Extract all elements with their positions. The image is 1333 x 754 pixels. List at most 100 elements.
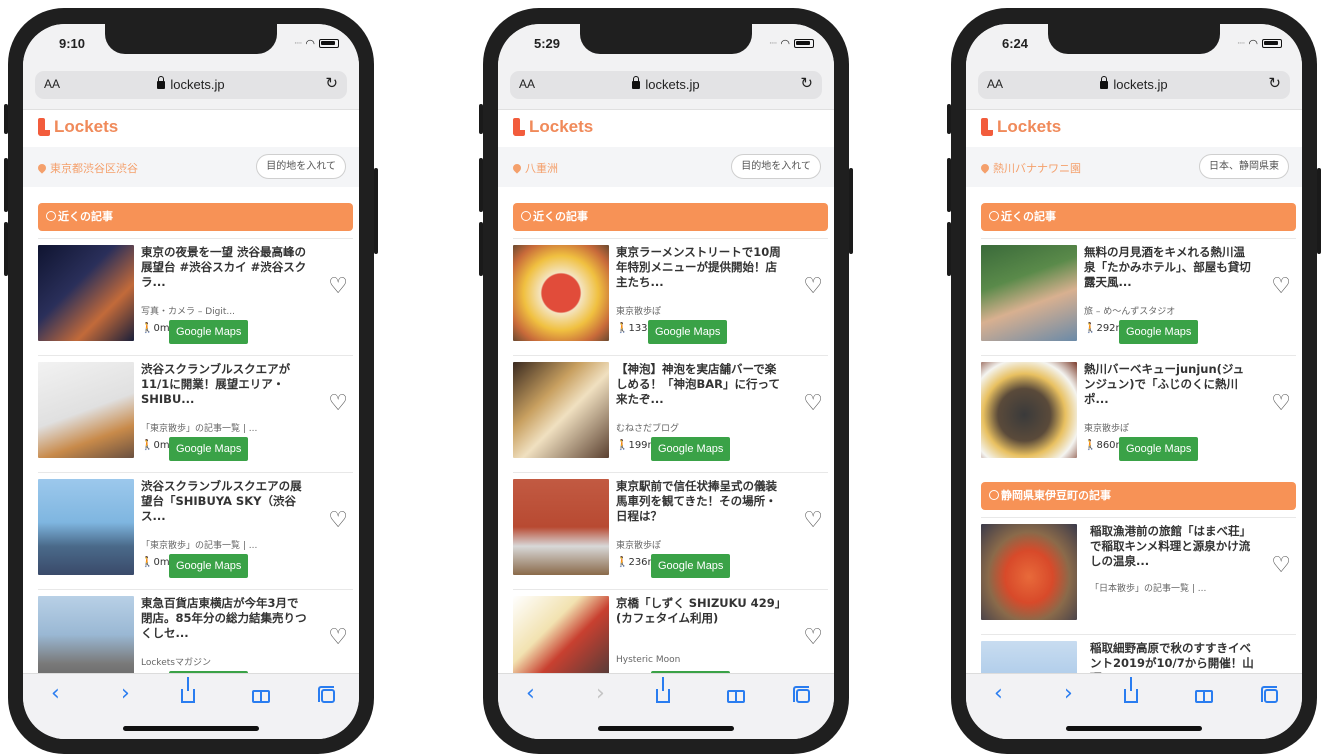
google-maps-button[interactable]: Google Maps: [169, 320, 249, 344]
article-list: 近くの記事 東京の夜景を一望 渋谷最高峰の展望台 #渋谷スカイ #渋谷スクラ..…: [23, 187, 359, 739]
url-display[interactable]: lockets.jp: [978, 76, 1290, 92]
share-icon[interactable]: [656, 677, 670, 706]
heart-icon[interactable]: ♡: [328, 510, 348, 532]
address-bar[interactable]: AA lockets.jp ↻: [978, 71, 1290, 99]
browser-toolbar: ‹ ›: [498, 673, 834, 739]
back-icon[interactable]: ‹: [994, 682, 1003, 706]
heart-icon[interactable]: ♡: [803, 393, 823, 415]
article-title[interactable]: 稲取漁港前の旅館「はまべ荘」で稲取キンメ料理と源泉かけ流しの温泉...: [1090, 524, 1254, 569]
back-icon[interactable]: ‹: [51, 682, 60, 706]
bookmarks-icon[interactable]: [727, 682, 745, 706]
address-bar[interactable]: AA lockets.jp ↻: [35, 71, 347, 99]
article-thumbnail[interactable]: [513, 245, 609, 341]
article-card[interactable]: 東京の夜景を一望 渋谷最高峰の展望台 #渋谷スカイ #渋谷スクラ... 写真・カ…: [38, 238, 353, 355]
bookmarks-icon[interactable]: [252, 682, 270, 706]
current-location[interactable]: 東京都渋谷区渋谷: [36, 160, 138, 176]
location-bar: 東京都渋谷区渋谷 目的地を入れて: [23, 147, 359, 187]
tabs-icon[interactable]: [1261, 682, 1278, 706]
reload-icon[interactable]: ↻: [1268, 74, 1281, 92]
reload-icon[interactable]: ↻: [325, 74, 338, 92]
article-thumbnail[interactable]: [981, 245, 1077, 341]
article-title[interactable]: 東急百貨店東横店が今年3月で閉店。85年分の総力結集売りつくしセ...: [141, 596, 309, 641]
volume-up-button: [479, 158, 483, 212]
article-thumbnail[interactable]: [981, 524, 1077, 620]
google-maps-button[interactable]: Google Maps: [1119, 320, 1199, 344]
heart-icon[interactable]: ♡: [1271, 393, 1291, 415]
article-source: 東京散歩ぽ: [1084, 424, 1130, 434]
article-card[interactable]: 渋谷スクランブルスクエアが11/1に開業！展望エリア・SHIBU... 「東京散…: [38, 355, 353, 472]
article-card[interactable]: 【神泡】神泡を実店舗バーで楽しめる！「神泡BAR」に行って来たぞ... むねさだ…: [513, 355, 828, 472]
heart-icon[interactable]: ♡: [328, 276, 348, 298]
destination-input[interactable]: 目的地を入れて: [731, 154, 821, 179]
heart-icon[interactable]: ♡: [328, 627, 348, 649]
google-maps-button[interactable]: Google Maps: [651, 437, 731, 461]
article-title[interactable]: 東京駅前で信任状捧呈式の儀装馬車列を観てきた！その場所・日程は？: [616, 479, 784, 524]
article-thumbnail[interactable]: [513, 362, 609, 458]
lockets-logo[interactable]: Lockets: [38, 117, 118, 137]
article-thumbnail[interactable]: [38, 362, 134, 458]
google-maps-button[interactable]: Google Maps: [648, 320, 728, 344]
article-thumbnail[interactable]: [513, 479, 609, 575]
google-maps-button[interactable]: Google Maps: [169, 554, 249, 578]
article-title[interactable]: 東京の夜景を一望 渋谷最高峰の展望台 #渋谷スカイ #渋谷スクラ...: [141, 245, 309, 290]
current-location[interactable]: 熱川バナナワニ園: [979, 160, 1081, 176]
article-title[interactable]: 渋谷スクランブルスクエアが11/1に開業！展望エリア・SHIBU...: [141, 362, 309, 407]
silent-switch: [947, 104, 951, 134]
forward-icon[interactable]: ›: [596, 682, 605, 706]
back-icon[interactable]: ‹: [526, 682, 535, 706]
wifi-icon: ◠: [305, 37, 315, 50]
article-card[interactable]: 無料の月見酒をキメれる熱川温泉「たかみホテル」、部屋も貸切露天風... 旅 – …: [981, 238, 1296, 355]
article-card[interactable]: 渋谷スクランブルスクエアの展望台「SHIBUYA SKY（渋谷ス... 「東京散…: [38, 472, 353, 589]
destination-input[interactable]: 日本、静岡県東: [1199, 154, 1289, 179]
reload-icon[interactable]: ↻: [800, 74, 813, 92]
lockets-logo[interactable]: Lockets: [513, 117, 593, 137]
heart-icon[interactable]: ♡: [803, 510, 823, 532]
article-card[interactable]: 稲取漁港前の旅館「はまべ荘」で稲取キンメ料理と源泉かけ流しの温泉... 「日本散…: [981, 517, 1296, 634]
article-source: Locketsマガジン: [141, 658, 211, 668]
bookmarks-icon[interactable]: [1195, 682, 1213, 706]
article-title[interactable]: 熱川バーベキューjunjun(ジュンジュン)で「ふじのくに熱川ポ...: [1084, 362, 1252, 407]
tabs-icon[interactable]: [318, 682, 335, 706]
google-maps-button[interactable]: Google Maps: [1119, 437, 1199, 461]
share-icon[interactable]: [1124, 677, 1138, 706]
share-icon[interactable]: [181, 677, 195, 706]
article-title[interactable]: 【神泡】神泡を実店舗バーで楽しめる！「神泡BAR」に行って来たぞ...: [616, 362, 784, 407]
section-title: 近くの記事: [58, 210, 113, 223]
url-display[interactable]: lockets.jp: [35, 76, 347, 92]
article-card[interactable]: 熱川バーベキューjunjun(ジュンジュン)で「ふじのくに熱川ポ... 東京散歩…: [981, 355, 1296, 472]
address-bar[interactable]: AA lockets.jp ↻: [510, 71, 822, 99]
lockets-logo[interactable]: Lockets: [981, 117, 1061, 137]
status-time: 6:24: [1002, 36, 1029, 51]
article-card[interactable]: 東京駅前で信任状捧呈式の儀装馬車列を観てきた！その場所・日程は？ 東京散歩ぽ 🚶…: [513, 472, 828, 589]
url-display[interactable]: lockets.jp: [510, 76, 822, 92]
forward-icon[interactable]: ›: [1064, 682, 1073, 706]
url-text: lockets.jp: [645, 77, 700, 92]
article-title[interactable]: 京橋「しずく SHIZUKU 429」(カフェタイム利用): [616, 596, 784, 626]
distance-value: 0m: [153, 440, 170, 451]
google-maps-button[interactable]: Google Maps: [169, 437, 249, 461]
heart-icon[interactable]: ♡: [328, 393, 348, 415]
location-pin-icon: [979, 162, 991, 174]
article-thumbnail[interactable]: [38, 479, 134, 575]
volume-down-button: [4, 222, 8, 276]
nearby-icon: [989, 211, 999, 221]
heart-icon[interactable]: ♡: [1271, 555, 1291, 577]
current-location[interactable]: 八重洲: [511, 160, 558, 176]
heart-icon[interactable]: ♡: [803, 276, 823, 298]
article-title[interactable]: 無料の月見酒をキメれる熱川温泉「たかみホテル」、部屋も貸切露天風...: [1084, 245, 1252, 290]
signal-icon: ····: [768, 38, 778, 49]
article-thumbnail[interactable]: [981, 362, 1077, 458]
google-maps-button[interactable]: Google Maps: [651, 554, 731, 578]
walk-icon: 🚶: [616, 323, 629, 334]
forward-icon[interactable]: ›: [121, 682, 130, 706]
article-title[interactable]: 東京ラーメンストリートで10周年特別メニューが提供開始！店主たち...: [616, 245, 784, 290]
article-thumbnail[interactable]: [38, 245, 134, 341]
status-time: 5:29: [534, 36, 561, 51]
tabs-icon[interactable]: [793, 682, 810, 706]
heart-icon[interactable]: ♡: [803, 627, 823, 649]
article-title[interactable]: 渋谷スクランブルスクエアの展望台「SHIBUYA SKY（渋谷ス...: [141, 479, 309, 524]
destination-input[interactable]: 目的地を入れて: [256, 154, 346, 179]
section-header-nearby: 近くの記事: [38, 203, 353, 231]
article-card[interactable]: 東京ラーメンストリートで10周年特別メニューが提供開始！店主たち... 東京散歩…: [513, 238, 828, 355]
heart-icon[interactable]: ♡: [1271, 276, 1291, 298]
